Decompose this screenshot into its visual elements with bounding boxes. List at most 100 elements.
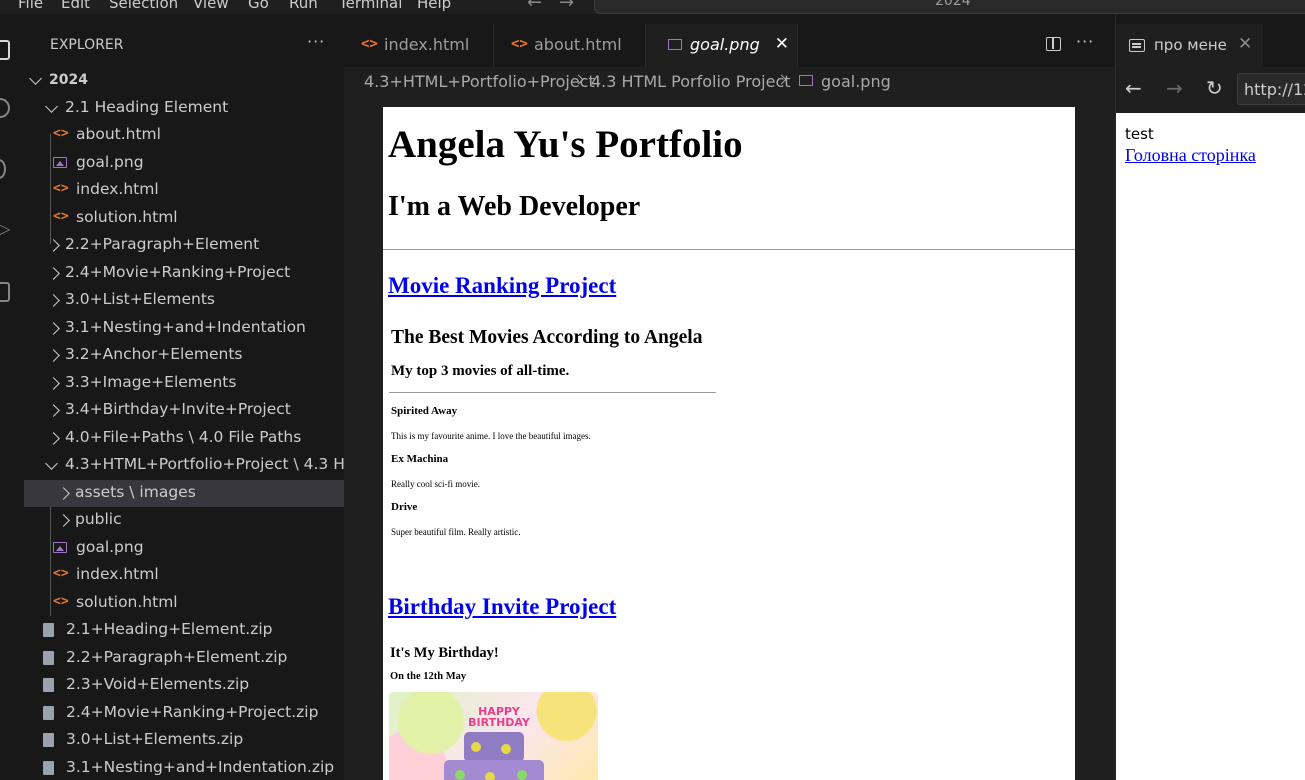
tree-file[interactable]: <> index.html: [24, 177, 344, 204]
tree-file[interactable]: 3.1+Nesting+and+Indentation.zip: [24, 755, 344, 780]
tree-folder[interactable]: 4.0+File+Paths \ 4.0 File Paths: [24, 425, 344, 452]
menu-view[interactable]: View: [193, 0, 229, 12]
split-editor-icon[interactable]: [1046, 37, 1061, 51]
tab-label: index.html: [384, 35, 470, 54]
home-page-link[interactable]: Головна сторінка: [1125, 145, 1256, 166]
extensions-icon[interactable]: [0, 282, 10, 302]
tree-file[interactable]: goal.png: [24, 150, 344, 177]
run-debug-icon[interactable]: ▷: [0, 219, 10, 241]
menu-terminal[interactable]: Terminal: [339, 0, 402, 12]
editor-more-icon[interactable]: ···: [1076, 32, 1094, 51]
zip-file-icon: [43, 623, 54, 637]
url-input[interactable]: http://12: [1237, 73, 1305, 105]
tree-item-label: 3.1+Nesting+and+Indentation.zip: [66, 758, 335, 776]
tree-file[interactable]: 2.4+Movie+Ranking+Project.zip: [24, 700, 344, 727]
tree-folder[interactable]: 3.0+List+Elements: [24, 287, 344, 314]
preview-subheading: I'm a Web Developer: [388, 191, 641, 222]
tree-item-label: 2.4+Movie+Ranking+Project.zip: [66, 703, 319, 721]
chevron-right-icon: [59, 483, 71, 503]
birthday-date: On the 12th May: [390, 671, 467, 682]
tree-item-label: solution.html: [76, 208, 178, 226]
tree-folder[interactable]: 2.1 Heading Element: [24, 95, 344, 122]
zip-file-icon: [43, 733, 54, 747]
tree-folder[interactable]: 4.3+HTML+Portfolio+Project \ 4.3 HT...: [24, 452, 367, 479]
tree-folder[interactable]: 3.3+Image+Elements: [24, 370, 344, 397]
tree-folder[interactable]: public: [24, 507, 344, 534]
tab-index-html[interactable]: <> index.html: [344, 24, 494, 67]
menu-selection[interactable]: Selection: [109, 0, 178, 12]
tab-browser[interactable]: про мене ✕: [1116, 24, 1263, 67]
tree-item-label: 2.4+Movie+Ranking+Project: [65, 263, 291, 281]
reload-icon[interactable]: ↻: [1206, 76, 1223, 100]
menu-help[interactable]: Help: [417, 0, 451, 12]
tree-file[interactable]: goal.png: [24, 535, 344, 562]
chevron-right-icon: [49, 318, 61, 338]
tab-goal-png[interactable]: goal.png ✕: [646, 24, 798, 67]
close-tab-icon[interactable]: ✕: [775, 34, 789, 54]
chevron-right-icon: [49, 235, 61, 255]
tab-label: goal.png: [690, 35, 760, 54]
forward-arrow-icon[interactable]: →: [1166, 76, 1183, 100]
movie-desc: Really cool sci-fi movie.: [391, 479, 480, 489]
image-file-icon: [53, 542, 67, 553]
tree-file[interactable]: <> solution.html: [24, 590, 344, 617]
tree-folder[interactable]: 3.2+Anchor+Elements: [24, 342, 344, 369]
tree-item-label: 4.0+File+Paths \ 4.0 File Paths: [65, 428, 302, 446]
html-file-icon: <>: [53, 181, 69, 196]
tab-about-html[interactable]: <> about.html: [494, 24, 646, 67]
tree-folder[interactable]: 3.1+Nesting+and+Indentation: [24, 315, 344, 342]
chevron-down-icon: [46, 98, 58, 118]
activity-bar: ▷: [0, 14, 24, 780]
tree-item-label: index.html: [76, 180, 159, 198]
close-tab-icon[interactable]: ✕: [1238, 34, 1252, 54]
chevron-right-icon: [49, 345, 61, 365]
source-control-icon[interactable]: [0, 159, 6, 179]
preview-link-movie-ranking: Movie Ranking Project: [388, 273, 617, 298]
zip-file-icon: [43, 761, 54, 775]
cake-decoration: [485, 772, 495, 780]
chevron-right-icon: [49, 428, 61, 448]
tree-file[interactable]: 3.0+List+Elements.zip: [24, 727, 344, 754]
nav-back-icon[interactable]: ←: [527, 0, 542, 13]
breadcrumb-item[interactable]: goal.png: [821, 72, 891, 91]
image-preview: Angela Yu's Portfolio I'm a Web Develope…: [383, 107, 1075, 780]
browser-nav-bar: ← → ↻ http://12: [1116, 67, 1305, 113]
tree-folder[interactable]: 3.4+Birthday+Invite+Project: [24, 397, 344, 424]
tree-folder[interactable]: 2.2+Paragraph+Element: [24, 232, 344, 259]
tree-folder[interactable]: 2024: [24, 67, 344, 94]
explorer-sidebar: EXPLORER ··· 2024 2.1 Heading Element <> ab…: [24, 14, 367, 780]
image-file-icon: [799, 75, 813, 86]
tree-file[interactable]: <> index.html: [24, 562, 344, 589]
tree-item-label: 2.1+Heading+Element.zip: [66, 620, 273, 638]
tree-file[interactable]: 2.1+Heading+Element.zip: [24, 617, 344, 644]
breadcrumb-item[interactable]: 4.3+HTML+Portfolio+Project: [364, 72, 595, 91]
tree-file[interactable]: <> about.html: [24, 122, 344, 149]
zip-file-icon: [43, 678, 54, 692]
birthday-title: It's My Birthday!: [390, 645, 499, 661]
tree-file[interactable]: 2.3+Void+Elements.zip: [24, 672, 344, 699]
menu-go[interactable]: Go: [248, 0, 269, 12]
back-arrow-icon[interactable]: ←: [1125, 76, 1142, 100]
cake-decoration: [455, 770, 465, 780]
browser-tabs: про мене ✕: [1116, 14, 1305, 67]
browser-tab-label: про мене: [1154, 36, 1227, 54]
menu-edit[interactable]: Edit: [61, 0, 90, 12]
html-file-icon: <>: [53, 566, 69, 581]
explorer-icon[interactable]: [0, 40, 10, 60]
search-icon[interactable]: [0, 98, 10, 118]
command-center[interactable]: 2024: [594, 0, 1305, 14]
menu-file[interactable]: File: [18, 0, 43, 12]
explorer-more-icon[interactable]: ···: [307, 32, 325, 51]
tree-item-label: goal.png: [76, 538, 144, 556]
menu-run[interactable]: Run: [289, 0, 318, 12]
tree-file[interactable]: 2.2+Paragraph+Element.zip: [24, 645, 344, 672]
html-file-icon: <>: [53, 209, 69, 224]
html-file-icon: <>: [511, 36, 528, 52]
breadcrumb-item[interactable]: 4.3 HTML Porfolio Project: [591, 72, 791, 91]
tree-folder[interactable]: assets \ images: [24, 480, 344, 507]
chevron-right-icon: [49, 373, 61, 393]
tree-file[interactable]: <> solution.html: [24, 205, 344, 232]
nav-forward-icon[interactable]: →: [559, 0, 574, 13]
content-text: test: [1125, 125, 1154, 143]
tree-folder[interactable]: 2.4+Movie+Ranking+Project: [24, 260, 344, 287]
